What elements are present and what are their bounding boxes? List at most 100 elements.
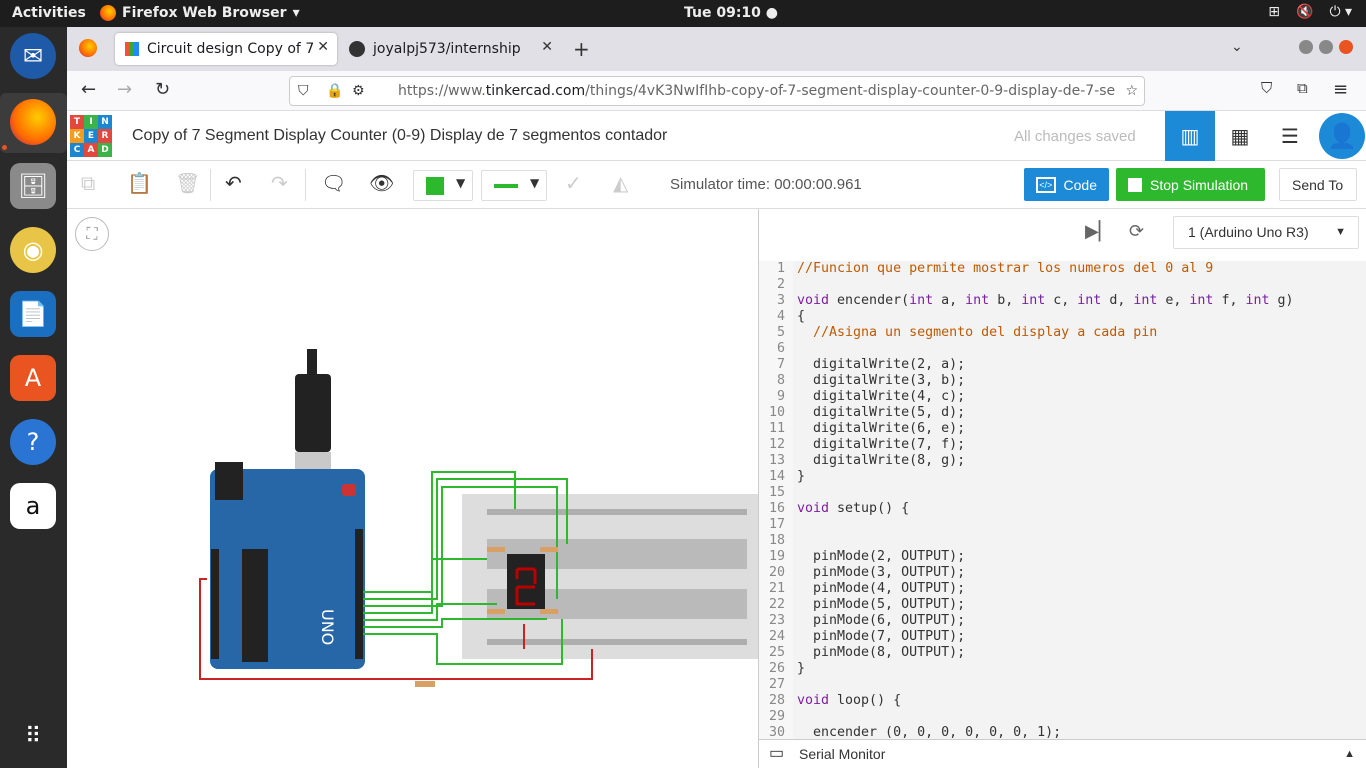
undo-icon[interactable]: ↶ [225,171,242,195]
code-line[interactable]: 22 pinMode(5, OUTPUT); [759,597,1366,613]
resistor [487,609,505,614]
rhythmbox-icon[interactable]: ◉ [10,227,56,273]
send-to-button[interactable]: Send To [1279,168,1357,201]
close-icon[interactable]: ✕ [317,39,329,55]
code-line[interactable]: 3 void encender(int a, int b, int c, int … [759,293,1366,309]
code-line[interactable]: 10 digitalWrite(5, d); [759,405,1366,421]
stop-simulation-button[interactable]: Stop Simulation [1116,168,1265,201]
trash-icon[interactable]: 🗑 [175,171,200,195]
code-line[interactable]: 15 [759,485,1366,501]
minimize-button[interactable] [1299,40,1313,54]
code-line[interactable]: 20 pinMode(3, OUTPUT); [759,565,1366,581]
code-line[interactable]: 18 [759,533,1366,549]
step-icon[interactable]: ▶▏ [1085,221,1113,242]
code-line[interactable]: 9 digitalWrite(4, c); [759,389,1366,405]
circuit-view-button[interactable]: ▥ [1165,111,1215,161]
chevron-up-icon[interactable]: ▲ [1344,740,1355,768]
design-title[interactable]: Copy of 7 Segment Display Counter (0-9) … [132,127,667,145]
schematic-view-button[interactable]: ▦ [1215,111,1265,161]
code-editor[interactable]: 1 //Funcion que permite mostrar los numer… [759,261,1366,739]
reload-button[interactable]: ↻ [155,79,170,100]
extensions-icon[interactable]: ⧉ [1297,79,1308,97]
avatar[interactable]: 👤 [1319,113,1365,159]
code-line[interactable]: 1 //Funcion que permite mostrar los numer… [759,261,1366,277]
help-icon[interactable]: ? [10,419,56,465]
line-number: 29 [759,709,793,725]
code-line[interactable]: 7 digitalWrite(2, a); [759,357,1366,373]
clock[interactable]: Tue 09:10 ● [684,5,778,21]
shield-icon[interactable]: ⛉ [298,77,309,105]
code-line[interactable]: 5 //Asigna un segmento del display a cad… [759,325,1366,341]
tab-github[interactable]: joyalpj573/internship ✕ [339,33,561,65]
monitor-icon: ▭ [769,745,785,762]
line-content: digitalWrite(5, d); [797,405,966,420]
new-tab-button[interactable]: + [573,37,590,61]
lock-icon[interactable]: 🔒 [326,77,343,105]
code-line[interactable]: 2 [759,277,1366,293]
breadboard [462,494,758,659]
code-line[interactable]: 14} [759,469,1366,485]
flip-icon[interactable]: ◭ [613,171,628,195]
files-icon[interactable]: 🗄 [10,163,56,209]
maximize-button[interactable] [1319,40,1333,54]
code-line[interactable]: 28 void loop() { [759,693,1366,709]
redo-icon[interactable]: ↷ [271,171,288,195]
debugger-icon[interactable]: ⟳ [1129,221,1144,242]
code-line[interactable]: 26} [759,661,1366,677]
code-panel: ▶▏ ⟳ 1 (Arduino Uno R3) ▼ 1 //Funcion que… [758,209,1366,768]
menu-icon[interactable]: ≡ [1333,79,1348,100]
logo-letter: C [70,143,84,157]
notes-icon[interactable]: 🗨 [321,171,346,195]
bookmark-star-icon[interactable]: ☆ [1121,77,1138,105]
tab-circuit-design[interactable]: Circuit design Copy of 7 S ✕ [115,33,337,65]
app-menu[interactable]: Firefox Web Browser ▾ [100,5,300,21]
back-button[interactable]: ← [81,79,96,100]
code-line[interactable]: 17 [759,517,1366,533]
circuit-canvas[interactable]: ⛶ UNO [67,209,758,768]
paste-icon[interactable]: 📋 [127,171,152,195]
keyword: int [965,293,990,308]
app-grid-icon[interactable]: ⠿ [10,713,56,759]
code-line[interactable]: 4{ [759,309,1366,325]
code-line[interactable]: 16 void setup() { [759,501,1366,517]
wire-type-picker[interactable]: ▼ [481,170,547,201]
code-line[interactable]: 25 pinMode(8, OUTPUT); [759,645,1366,661]
permissions-icon[interactable]: ⚙ [352,77,365,105]
seven-segment-display [507,554,545,609]
copy-icon[interactable]: ⧉ [81,171,95,195]
software-icon[interactable]: A [10,355,56,401]
activities-button[interactable]: Activities [12,5,86,21]
thunderbird-icon[interactable]: ✉ [10,33,56,79]
code-line[interactable]: 6 [759,341,1366,357]
code-button[interactable]: </> Code [1024,168,1109,201]
device-select[interactable]: 1 (Arduino Uno R3) ▼ [1173,216,1359,249]
amazon-icon[interactable]: a [10,483,56,529]
code-line[interactable]: 13 digitalWrite(8, g); [759,453,1366,469]
color-picker[interactable]: ▼ [413,170,473,201]
code-line[interactable]: 8 digitalWrite(3, b); [759,373,1366,389]
code-line[interactable]: 12 digitalWrite(7, f); [759,437,1366,453]
rotate-icon[interactable]: ✓ [565,171,582,195]
forward-button[interactable]: → [117,79,132,100]
code-line[interactable]: 24 pinMode(7, OUTPUT); [759,629,1366,645]
component-list-button[interactable]: ☰ [1265,111,1315,161]
serial-monitor-bar[interactable]: ▭ Serial Monitor ▲ [759,739,1366,768]
code-line[interactable]: 21 pinMode(4, OUTPUT); [759,581,1366,597]
list-tabs-button[interactable]: ⌄ [1231,39,1243,55]
code-line[interactable]: 29 [759,709,1366,725]
code-line[interactable]: 27 [759,677,1366,693]
code-line[interactable]: 23 pinMode(6, OUTPUT); [759,613,1366,629]
firefox-icon[interactable] [10,99,56,145]
pocket-icon[interactable]: ⛉ [1261,79,1272,97]
visibility-icon[interactable]: 👁 [369,171,394,195]
system-tray[interactable]: ⊞ 🔇 ⏻ ▾ [1268,4,1352,20]
writer-icon[interactable]: 📄 [10,291,56,337]
close-icon[interactable]: ✕ [541,39,553,55]
tinkercad-logo[interactable]: T I N K E R C A D [70,115,112,157]
url-bar[interactable]: ⛉ 🔒 ⚙ https://www.tinkercad.com/things/4… [289,76,1145,106]
firefox-view-icon[interactable] [79,39,97,61]
code-line[interactable]: 19 pinMode(2, OUTPUT); [759,549,1366,565]
code-line[interactable]: 11 digitalWrite(6, e); [759,421,1366,437]
close-window-button[interactable] [1339,40,1353,54]
code-line[interactable]: 30 encender (0, 0, 0, 0, 0, 0, 1); [759,725,1366,739]
